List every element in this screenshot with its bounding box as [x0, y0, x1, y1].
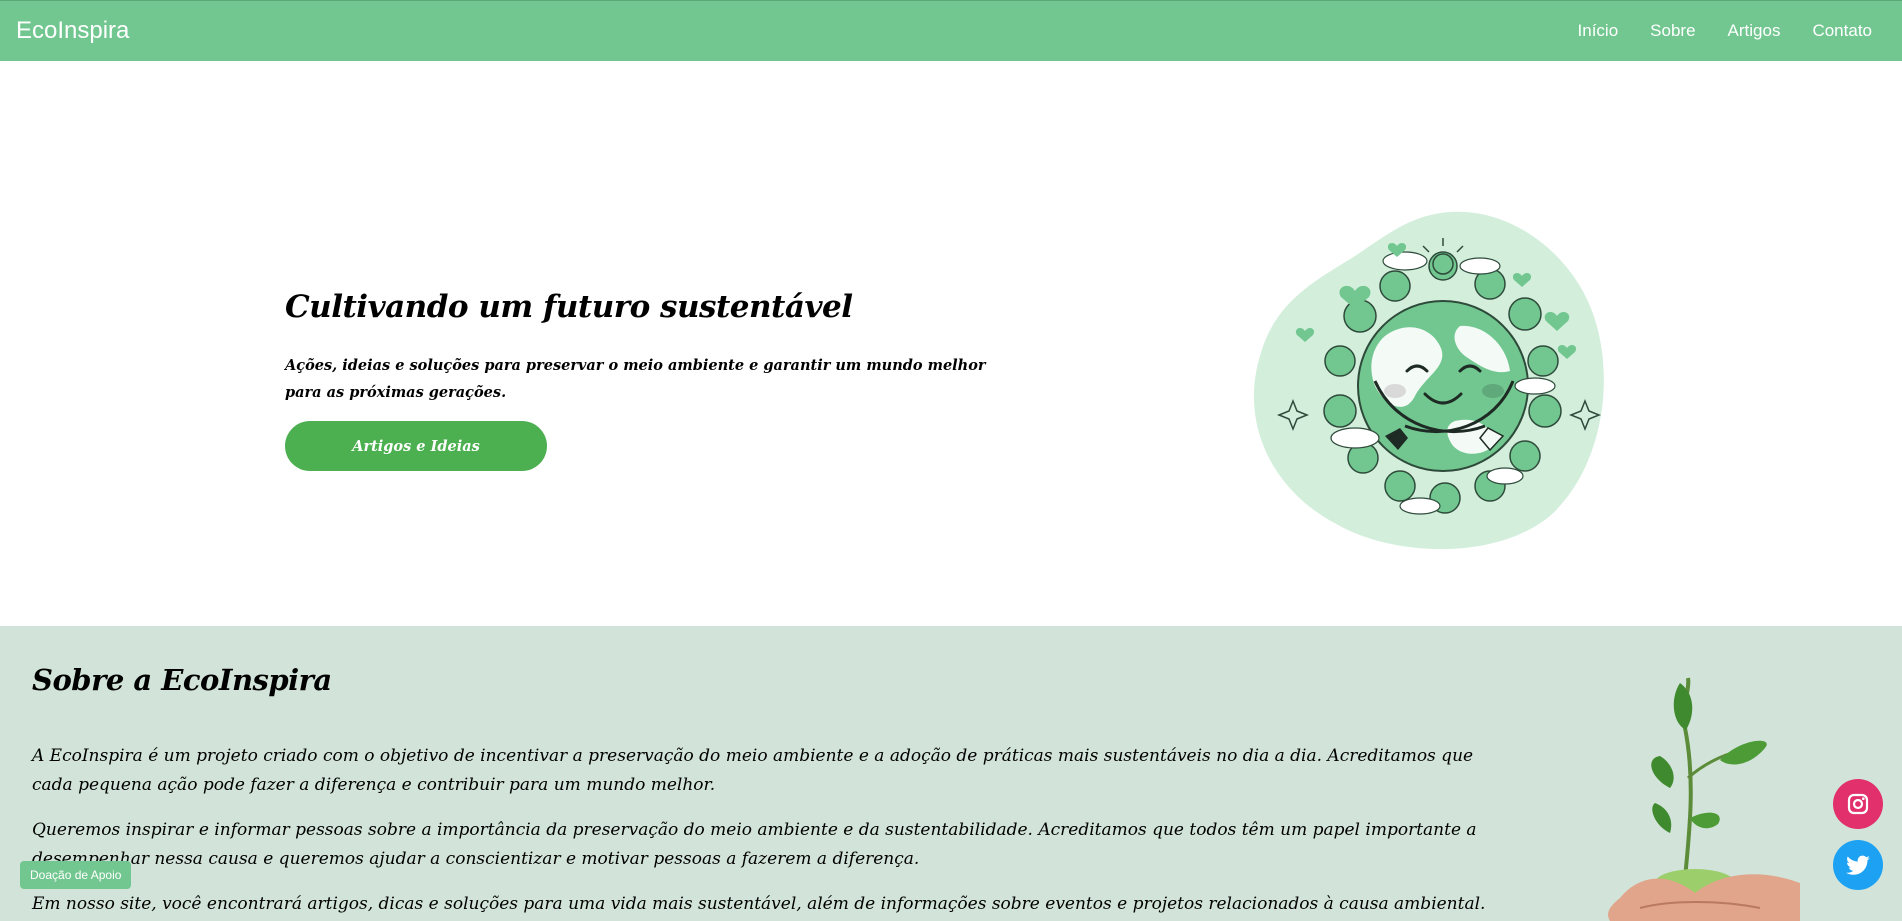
about-paragraph: Em nosso site, você encontrará artigos, … — [32, 894, 1486, 914]
nav-link-contato[interactable]: Contato — [1812, 21, 1872, 41]
nav-link-sobre[interactable]: Sobre — [1650, 21, 1695, 41]
nav-links: Início Sobre Artigos Contato — [1578, 21, 1872, 41]
instagram-icon — [1847, 793, 1869, 815]
nav-link-inicio[interactable]: Início — [1578, 21, 1619, 41]
about-paragraph: Queremos inspirar e informar pessoas sob… — [32, 820, 1477, 869]
articles-ideas-button[interactable]: Artigos e Ideias — [285, 421, 547, 471]
about-text: A EcoInspira é um projeto criado com o o… — [32, 742, 1492, 921]
plant-in-hands-image — [1608, 677, 1800, 921]
hero-subtitle: Ações, ideias e soluções para preservar … — [285, 357, 986, 401]
earth-hug-illustration — [1253, 211, 1604, 550]
instagram-button[interactable] — [1833, 779, 1883, 829]
hero-title: Cultivando um futuro sustentável — [285, 289, 853, 325]
about-paragraph: A EcoInspira é um projeto criado com o o… — [32, 746, 1474, 795]
nav-link-artigos[interactable]: Artigos — [1728, 21, 1781, 41]
hero-section: Cultivando um futuro sustentável Ações, … — [0, 61, 1902, 626]
top-navbar: EcoInspira Início Sobre Artigos Contato — [0, 0, 1902, 61]
brand-logo-link[interactable]: EcoInspira — [16, 17, 129, 45]
twitter-icon — [1846, 855, 1870, 875]
about-title: Sobre a EcoInspira — [32, 663, 332, 697]
twitter-button[interactable] — [1833, 840, 1883, 890]
about-section: Sobre a EcoInspira A EcoInspira é um pro… — [0, 626, 1902, 921]
donation-button[interactable]: Doação de Apoio — [20, 861, 132, 889]
